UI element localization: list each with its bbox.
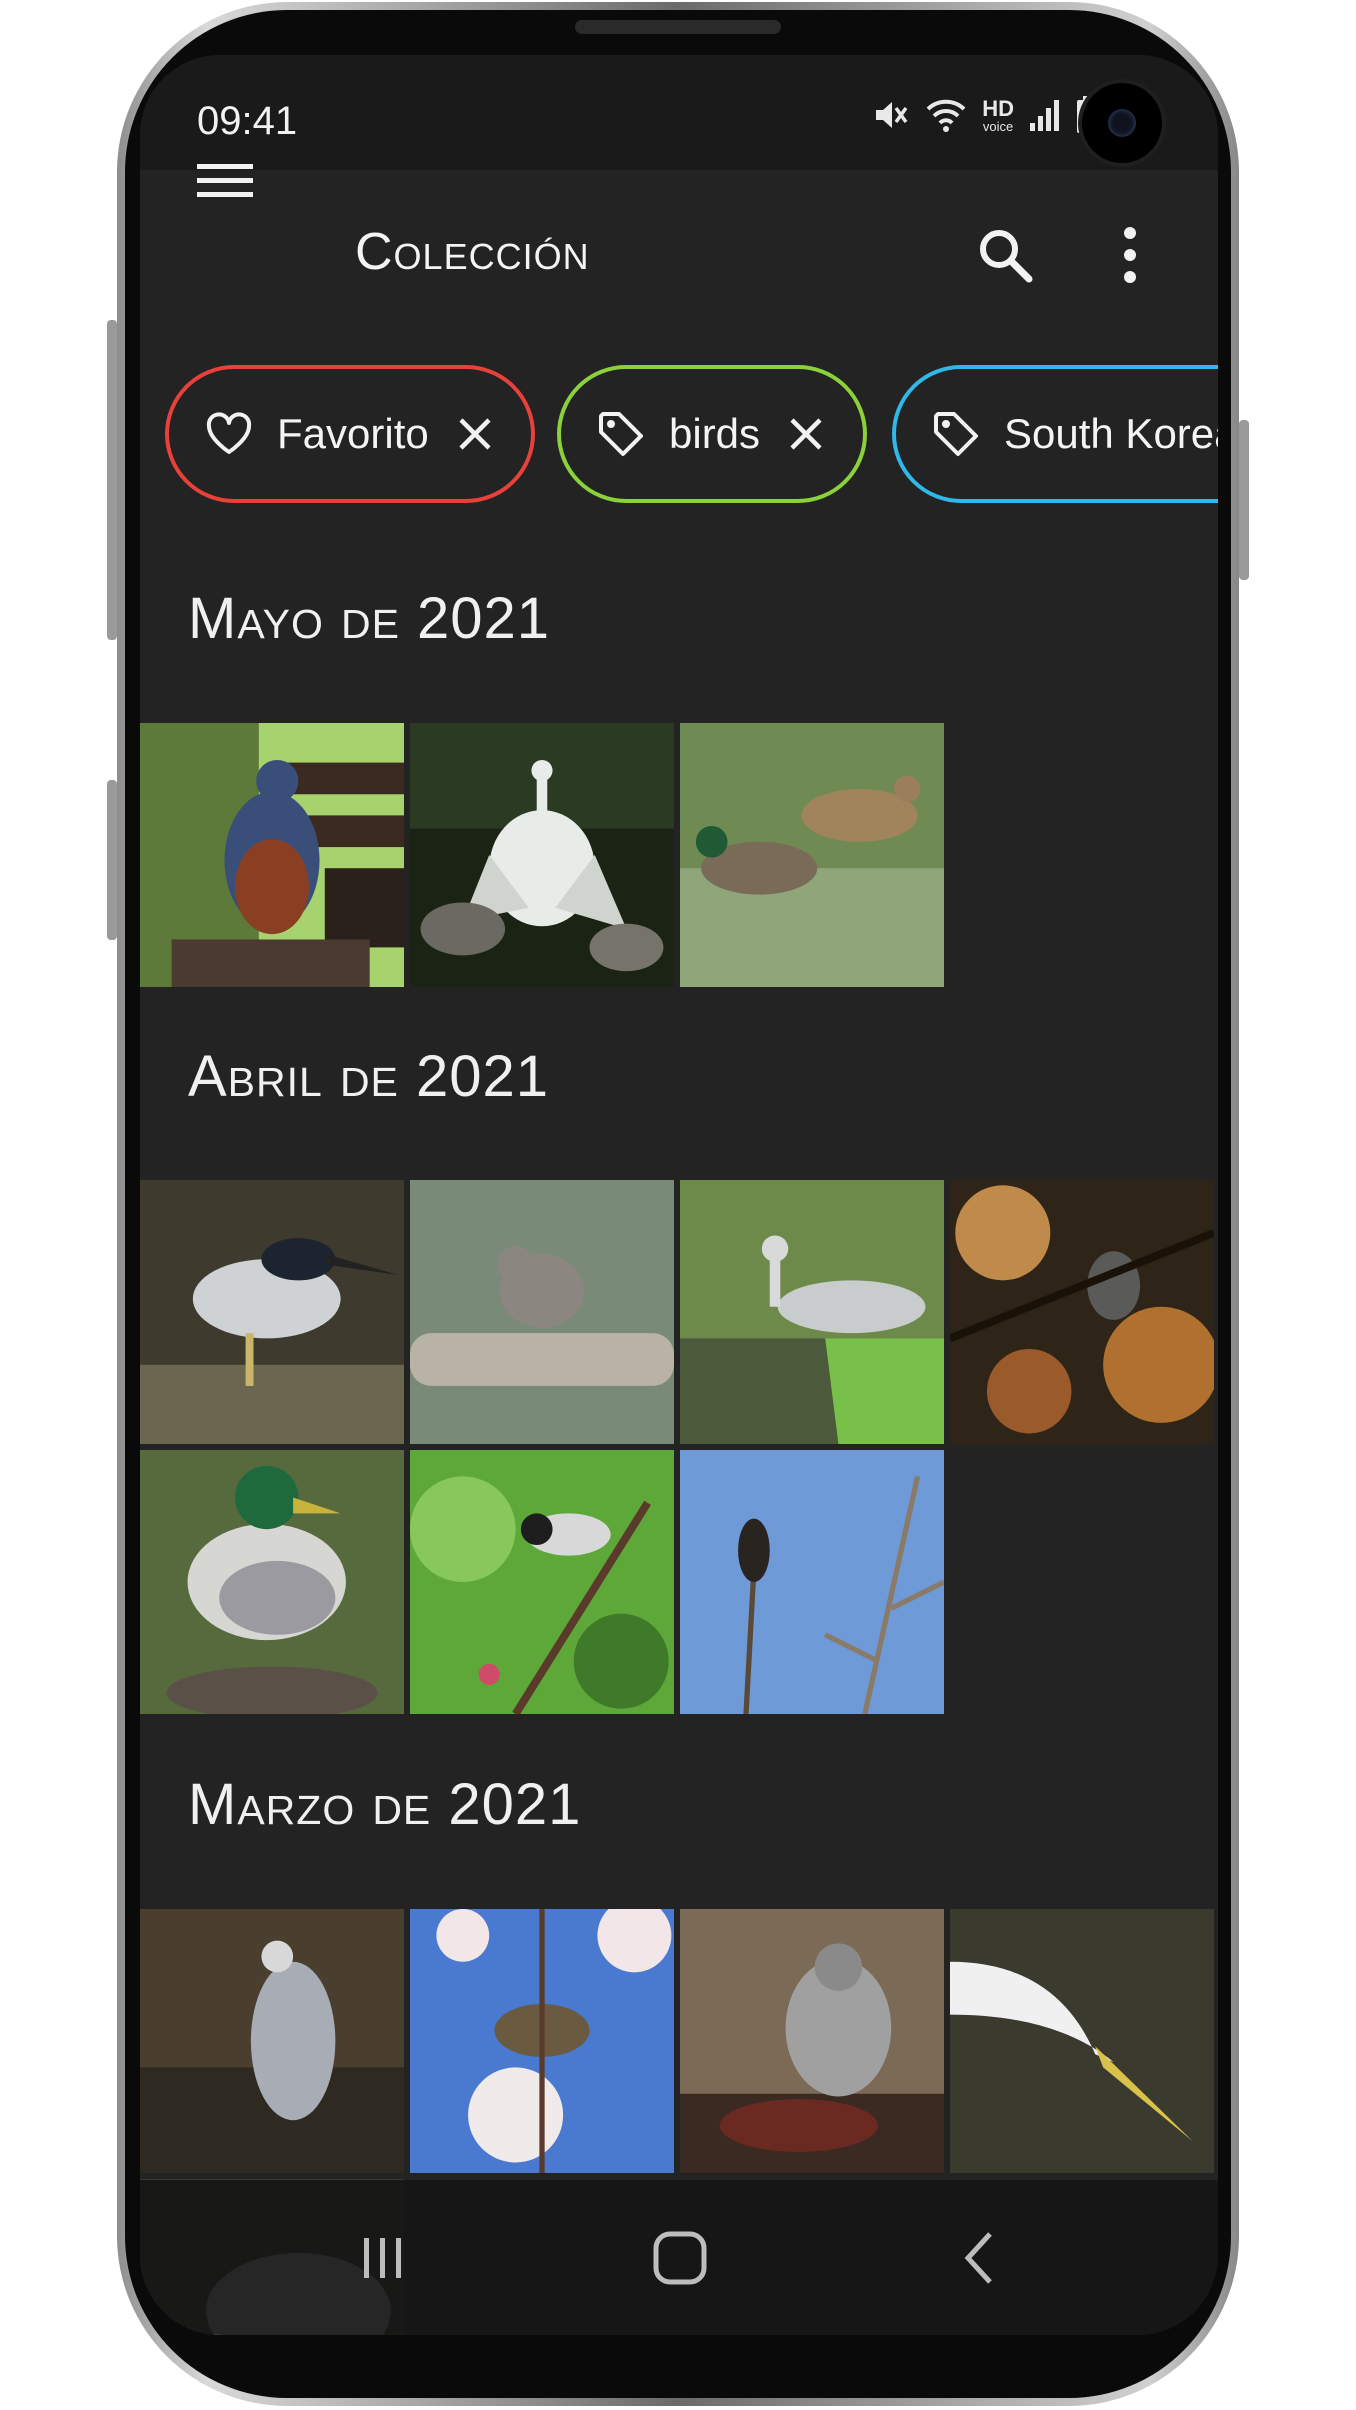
section-title: Marzo de 2021	[188, 1772, 582, 1837]
more-vert-icon[interactable]	[1115, 225, 1145, 285]
recents-icon[interactable]	[352, 2228, 412, 2288]
photo-thumbnail[interactable]	[410, 723, 674, 987]
status-time: 09:41	[197, 99, 298, 143]
section-title: Mayo de 2021	[188, 586, 551, 651]
filter-chip-south-korea[interactable]: South Korea	[892, 365, 1218, 503]
photo-thumbnail[interactable]	[950, 1180, 1214, 1444]
egret-photo	[410, 723, 674, 987]
bird-in-tree-photo	[950, 1180, 1214, 1444]
grey-heron-reeds-photo	[140, 1909, 404, 2173]
tag-icon	[934, 412, 978, 456]
search-icon[interactable]	[975, 225, 1035, 285]
photo-thumbnail[interactable]	[680, 1180, 944, 1444]
photo-thumbnail[interactable]	[410, 1180, 674, 1444]
photo-thumbnail[interactable]	[410, 1909, 674, 2173]
filter-chips: Favorito birds South Korea	[140, 365, 1218, 510]
bird-on-twig-sky-photo	[680, 1450, 944, 1714]
filter-chip-favorite[interactable]: Favorito	[165, 365, 535, 503]
volume-button	[107, 320, 117, 640]
mallard-ducks-photo	[680, 723, 944, 987]
photo-thumbnail[interactable]	[680, 1909, 944, 2173]
status-bar: 09:41 HD voice	[140, 55, 1218, 170]
close-icon[interactable]	[457, 416, 493, 452]
close-icon[interactable]	[788, 416, 824, 452]
photo-thumbnail[interactable]	[140, 1450, 404, 1714]
photo-thumbnail[interactable]	[680, 723, 944, 987]
earpiece	[575, 20, 781, 34]
screen: 09:41 HD voice Colección Favorito birds …	[140, 55, 1218, 2335]
hawk-prey-photo	[680, 1909, 944, 2173]
heart-icon	[206, 412, 252, 454]
status-icons: HD voice	[870, 95, 1098, 135]
section-title: Abril de 2021	[188, 1044, 550, 1109]
menu-icon[interactable]	[195, 150, 255, 210]
power-button	[1239, 420, 1249, 580]
back-icon[interactable]	[950, 2228, 1010, 2288]
mute-icon	[876, 102, 908, 128]
egret-head-photo	[950, 1909, 1214, 2173]
tag-icon	[599, 412, 643, 456]
bird-on-branch-photo	[410, 1180, 674, 1444]
photo-thumbnail[interactable]	[950, 1909, 1214, 2173]
filter-chip-label: Favorito	[277, 410, 429, 457]
home-icon[interactable]	[650, 2228, 710, 2288]
wifi-icon	[926, 99, 966, 132]
bixby-button	[107, 780, 117, 940]
tit-on-blossom-photo	[410, 1450, 674, 1714]
filter-chip-birds[interactable]: birds	[557, 365, 867, 503]
photo-thumbnail[interactable]	[140, 723, 404, 987]
hd-label: HD	[982, 95, 1014, 121]
front-camera	[1082, 83, 1162, 163]
photo-thumbnail[interactable]	[410, 1450, 674, 1714]
bulbul-cherry-blossom-photo	[410, 1909, 674, 2173]
page-title: Colección	[355, 223, 590, 281]
mallard-drake-photo	[140, 1450, 404, 1714]
system-navigation-bar	[140, 2180, 1218, 2335]
photo-thumbnail[interactable]	[140, 1909, 404, 2173]
filter-chip-label: South Korea	[1004, 410, 1218, 457]
hd-voice-icon: HD voice	[982, 95, 1014, 134]
filter-chip-label: birds	[669, 410, 761, 457]
voice-label: voice	[982, 118, 1014, 134]
night-heron-photo	[140, 1180, 404, 1444]
grey-heron-grass-photo	[680, 1180, 944, 1444]
blue-rock-thrush-photo	[140, 723, 404, 987]
photo-thumbnail[interactable]	[680, 1450, 944, 1714]
photo-thumbnail[interactable]	[140, 1180, 404, 1444]
signal-icon	[1030, 100, 1059, 131]
